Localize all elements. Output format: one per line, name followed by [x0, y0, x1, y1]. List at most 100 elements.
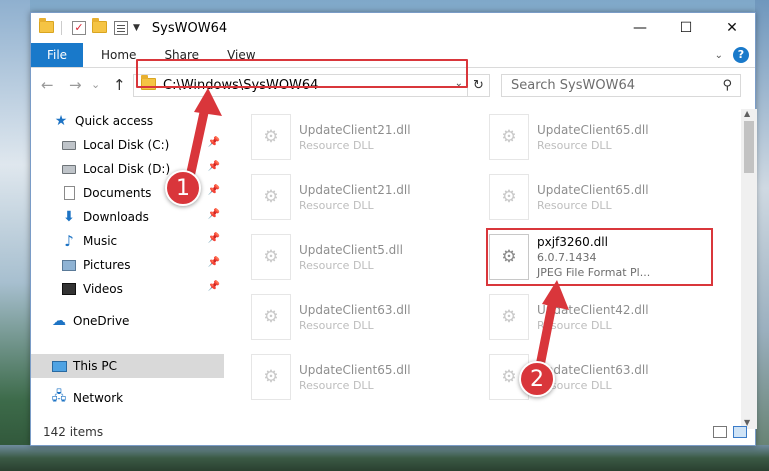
folder-icon [39, 18, 55, 35]
file-highlight-box [486, 228, 713, 286]
file-description: Resource DLL [537, 198, 612, 212]
pin-icon: 📌 [207, 161, 220, 172]
sidebar-item-local-disk-c[interactable]: Local Disk (C:) 📌 [31, 133, 224, 157]
expand-ribbon-chevron-icon[interactable]: ⌄ [715, 50, 723, 61]
toolbar-separator [61, 21, 62, 35]
step-1-badge: 1 [165, 170, 201, 206]
sidebar-item-pictures[interactable]: Pictures 📌 [31, 253, 224, 277]
sidebar-item-label: Downloads [83, 210, 149, 224]
sidebar-item-this-pc[interactable]: This PC [31, 354, 224, 378]
file-description: Resource DLL [299, 138, 374, 152]
file-item[interactable]: ⚙ UpdateClient42.dll Resource DLL [489, 289, 717, 345]
tab-file[interactable]: File [31, 43, 83, 67]
file-name: UpdateClient42.dll [537, 302, 649, 317]
dll-file-icon: ⚙ [489, 174, 529, 220]
title-bar: ✓ ▼ SysWOW64 — ☐ ✕ [31, 13, 755, 43]
search-icon[interactable]: ⚲ [722, 78, 732, 93]
back-button[interactable]: ← [41, 76, 54, 94]
sidebar-item-quick-access[interactable]: ★ Quick access [31, 109, 224, 133]
sidebar-item-label: Music [83, 234, 118, 248]
search-input[interactable]: Search SysWOW64 ⚲ [501, 74, 741, 97]
navigation-pane: ★ Quick access Local Disk (C:) 📌 Local D… [31, 109, 224, 409]
disk-icon [61, 137, 77, 153]
details-view-icon[interactable] [713, 426, 727, 438]
file-description: Resource DLL [537, 138, 612, 152]
file-description: Resource DLL [299, 378, 374, 392]
properties-icon[interactable] [114, 21, 128, 35]
desktop-background-left [0, 0, 30, 471]
scrollbar-thumb[interactable] [744, 121, 754, 173]
sidebar-item-label: Local Disk (C:) [83, 138, 170, 152]
sidebar-item-label: This PC [73, 359, 117, 373]
new-folder-icon[interactable] [92, 18, 108, 35]
sidebar-item-label: OneDrive [73, 314, 130, 328]
file-item[interactable]: ⚙ UpdateClient65.dll Resource DLL [489, 169, 717, 225]
step-2-badge: 2 [519, 361, 555, 397]
file-name: UpdateClient65.dll [299, 362, 411, 377]
pictures-icon [61, 257, 77, 273]
file-name: UpdateClient65.dll [537, 182, 649, 197]
scroll-up-arrow-icon[interactable]: ▲ [744, 109, 750, 118]
properties-check-icon[interactable]: ✓ [72, 21, 86, 35]
sidebar-item-downloads[interactable]: ⬇ Downloads 📌 [31, 205, 224, 229]
sidebar-item-music[interactable]: ♪ Music 📌 [31, 229, 224, 253]
file-item[interactable]: ⚙ UpdateClient63.dll Resource DLL [251, 289, 479, 345]
window-controls: — ☐ ✕ [617, 13, 755, 43]
dll-file-icon: ⚙ [489, 294, 529, 340]
maximize-button[interactable]: ☐ [663, 13, 709, 43]
address-highlight-box [136, 59, 468, 88]
minimize-button[interactable]: — [617, 13, 663, 43]
file-item[interactable]: ⚙ UpdateClient21.dll Resource DLL [251, 169, 479, 225]
disk-icon [61, 161, 77, 177]
file-item[interactable]: ⚙ UpdateClient65.dll Resource DLL [489, 109, 717, 165]
file-item[interactable]: ⚙ UpdateClient65.dll Resource DLL [251, 349, 479, 405]
sidebar-item-network[interactable]: 🖧 Network [31, 386, 224, 410]
vertical-scrollbar[interactable]: ▲ ▼ [741, 109, 757, 429]
desktop-background-bottom [0, 445, 769, 471]
file-name: UpdateClient5.dll [299, 242, 403, 257]
dll-file-icon: ⚙ [489, 114, 529, 160]
cloud-icon: ☁ [52, 313, 66, 329]
file-description: Resource DLL [299, 318, 374, 332]
file-item[interactable]: ⚙ UpdateClient21.dll Resource DLL [251, 109, 479, 165]
file-description: Resource DLL [299, 258, 374, 272]
close-button[interactable]: ✕ [709, 13, 755, 43]
item-count: 142 items [43, 425, 104, 439]
pin-icon: 📌 [207, 185, 220, 196]
sidebar-item-label: Pictures [83, 258, 131, 272]
file-description: Resource DLL [537, 318, 612, 332]
pin-icon: 📌 [207, 137, 220, 148]
dll-file-icon: ⚙ [251, 114, 291, 160]
quick-access-dropdown-icon[interactable]: ▼ [133, 23, 140, 33]
up-button[interactable]: ↑ [113, 76, 126, 94]
sidebar-item-label: Quick access [75, 114, 154, 128]
music-icon: ♪ [64, 232, 74, 250]
sidebar-item-label: Network [73, 391, 124, 405]
refresh-button[interactable]: ↻ [467, 75, 489, 96]
sidebar-item-videos[interactable]: Videos 📌 [31, 277, 224, 301]
file-name: UpdateClient21.dll [299, 182, 411, 197]
star-icon: ★ [54, 113, 68, 129]
forward-button[interactable]: → [69, 76, 82, 94]
window-title: SysWOW64 [151, 20, 228, 36]
videos-icon [61, 281, 77, 297]
pin-icon: 📌 [207, 233, 220, 244]
view-switcher [713, 426, 747, 438]
recent-locations-chevron-icon[interactable]: ⌄ [91, 78, 100, 91]
dll-file-icon: ⚙ [251, 234, 291, 280]
desktop-background-right [755, 0, 769, 471]
computer-icon [51, 358, 67, 374]
help-icon[interactable]: ? [733, 47, 749, 63]
dll-file-icon: ⚙ [251, 174, 291, 220]
file-description: Resource DLL [299, 198, 374, 212]
file-name: UpdateClient63.dll [299, 302, 411, 317]
sidebar-item-onedrive[interactable]: ☁ OneDrive [31, 309, 224, 333]
dll-file-icon: ⚙ [251, 354, 291, 400]
sidebar-item-label: Local Disk (D:) [83, 162, 171, 176]
sidebar-item-label: Documents [83, 186, 152, 200]
sidebar-item-label: Videos [83, 282, 123, 296]
file-item[interactable]: ⚙ UpdateClient5.dll Resource DLL [251, 229, 479, 285]
file-name: UpdateClient21.dll [299, 122, 411, 137]
file-name: UpdateClient65.dll [537, 122, 649, 137]
tiles-view-icon[interactable] [733, 426, 747, 438]
